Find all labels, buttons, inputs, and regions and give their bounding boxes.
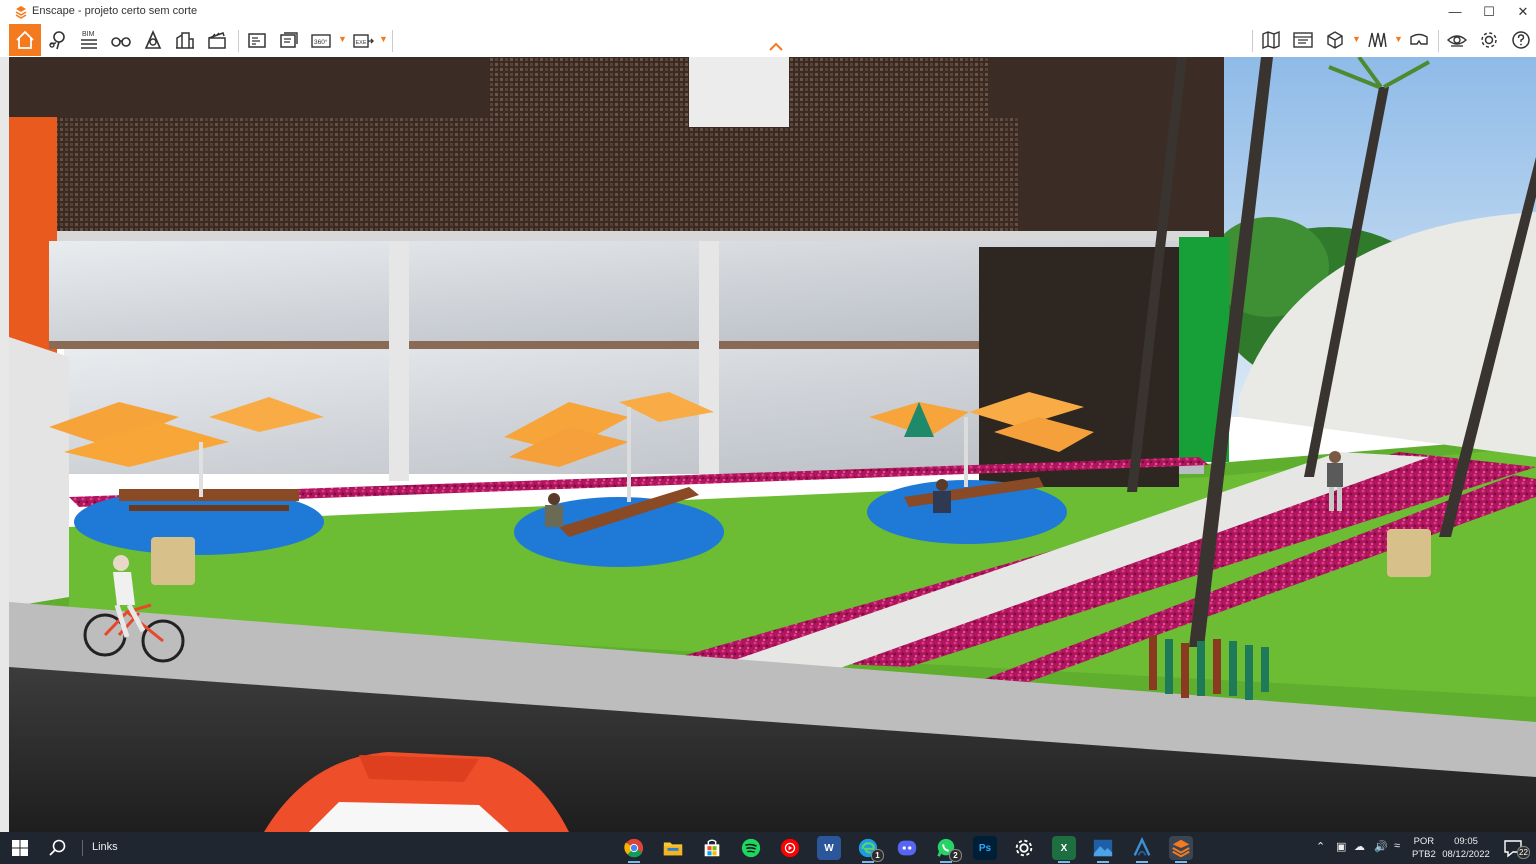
map-icon[interactable] <box>1256 25 1286 55</box>
person-seated <box>545 493 563 527</box>
chevron-up-icon[interactable]: ⌃ <box>1316 840 1325 853</box>
sun-icon[interactable] <box>138 25 168 55</box>
render-viewport[interactable] <box>9 57 1536 832</box>
chevron-down-icon[interactable]: ▼ <box>1352 34 1361 44</box>
chevron-down-icon[interactable]: ▼ <box>1394 34 1403 44</box>
language-code: POR <box>1413 836 1435 847</box>
chrome-icon[interactable] <box>622 836 646 863</box>
microsoft-store-icon[interactable] <box>700 836 724 860</box>
spotify-icon[interactable] <box>739 836 763 860</box>
word-icon[interactable]: W <box>817 836 841 860</box>
cube-view-icon[interactable] <box>1320 25 1350 55</box>
system-clock[interactable]: 09:05 08/12/2022 <box>1442 835 1490 861</box>
trash-bin <box>1387 529 1431 577</box>
vr-headset-icon[interactable] <box>1404 25 1434 55</box>
chevron-down-icon[interactable]: ▼ <box>379 34 388 44</box>
batch-render-icon[interactable] <box>274 25 304 55</box>
windows-start-icon[interactable] <box>10 838 30 858</box>
tool-exe-label: EXE <box>356 40 367 46</box>
notification-count: 22 <box>1517 846 1530 859</box>
keyboard-layout: PTB2 <box>1412 849 1436 860</box>
collapse-toolbar-icon[interactable] <box>768 41 784 53</box>
discord-icon[interactable] <box>895 836 919 860</box>
visibility-eye-icon[interactable] <box>1442 25 1472 55</box>
tool-360-label: 360° <box>314 38 328 46</box>
photos-icon[interactable] <box>1091 836 1115 863</box>
meet-now-icon[interactable]: ▣ <box>1336 840 1346 853</box>
maximize-icon[interactable]: ☐ <box>1472 2 1506 22</box>
clock-date: 08/12/2022 <box>1442 849 1490 860</box>
links-toolbar[interactable]: Links <box>92 841 118 853</box>
excel-label: X <box>1060 842 1068 854</box>
facade-column <box>689 57 789 127</box>
location-icon[interactable] <box>42 25 72 55</box>
help-icon[interactable] <box>1506 25 1536 55</box>
enscape-toolbar: BIM 360° ▼ EXE ▼ ▼ ▼ <box>0 24 1536 58</box>
taskbar-separator <box>82 840 83 856</box>
facade-pillar <box>389 241 409 481</box>
whatsapp-icon[interactable]: 2 <box>934 836 962 863</box>
bim-label: BIM <box>82 31 95 38</box>
toolbar-separator <box>392 30 393 52</box>
edge-icon[interactable]: 1 <box>856 836 884 863</box>
screenshot-icon[interactable] <box>242 25 272 55</box>
toolbar-separator <box>238 30 239 52</box>
wifi-icon[interactable]: ≈ <box>1394 840 1400 852</box>
render-scene <box>9 57 1536 832</box>
excel-icon[interactable]: X <box>1052 836 1076 863</box>
binoculars-icon[interactable] <box>106 25 136 55</box>
asset-library-icon[interactable] <box>1288 25 1318 55</box>
toolbar-separator <box>1438 30 1439 52</box>
title-bar: Enscape - projeto certo sem corte — ☐ ✕ <box>0 0 1536 24</box>
trash-bin <box>151 537 195 585</box>
settings-icon[interactable] <box>1012 836 1036 860</box>
facade-pillar <box>699 241 719 481</box>
file-explorer-icon[interactable] <box>661 836 685 860</box>
input-language[interactable]: POR PTB2 <box>1412 835 1436 861</box>
minimize-icon[interactable]: — <box>1438 2 1472 22</box>
toolbar-separator <box>1252 30 1253 52</box>
chevron-down-icon[interactable]: ▼ <box>338 34 347 44</box>
home-icon[interactable] <box>9 24 41 56</box>
wooden-screen-panels <box>19 117 1019 237</box>
photoshop-icon[interactable]: Ps <box>973 836 997 860</box>
close-icon[interactable]: ✕ <box>1506 2 1536 22</box>
floor-slab <box>9 231 1209 241</box>
windows-taskbar: Links W 1 2 Ps X ⌃ ▣ ☁ 🔊 ≈ POR PTB2 09:0… <box>0 832 1536 864</box>
photoshop-label: Ps <box>978 842 992 854</box>
panorama-360-icon[interactable]: 360° <box>306 25 336 55</box>
bookmarks-icon[interactable] <box>1362 25 1392 55</box>
youtube-music-icon[interactable] <box>778 836 802 860</box>
wooden-screen-panels <box>489 57 689 127</box>
export-exe-icon[interactable]: EXE <box>348 25 378 55</box>
sketchup-icon[interactable] <box>1130 836 1154 863</box>
clock-time: 09:05 <box>1454 836 1478 847</box>
wooden-screen-panels <box>789 57 989 127</box>
volume-icon[interactable]: 🔊 <box>1374 840 1388 853</box>
bim-list-icon[interactable]: BIM <box>74 25 104 55</box>
word-label: W <box>824 842 834 854</box>
onedrive-icon[interactable]: ☁ <box>1354 840 1365 853</box>
clapboard-icon[interactable] <box>202 25 232 55</box>
search-icon[interactable] <box>48 838 68 858</box>
buildings-icon[interactable] <box>170 25 200 55</box>
settings-gear-icon[interactable] <box>1474 25 1504 55</box>
enscape-icon[interactable] <box>1169 836 1193 863</box>
enscape-logo-icon <box>15 6 27 19</box>
notification-center-icon[interactable]: 22 <box>1502 837 1530 859</box>
left-wall <box>9 337 69 607</box>
window-title: Enscape - projeto certo sem corte <box>32 5 198 17</box>
